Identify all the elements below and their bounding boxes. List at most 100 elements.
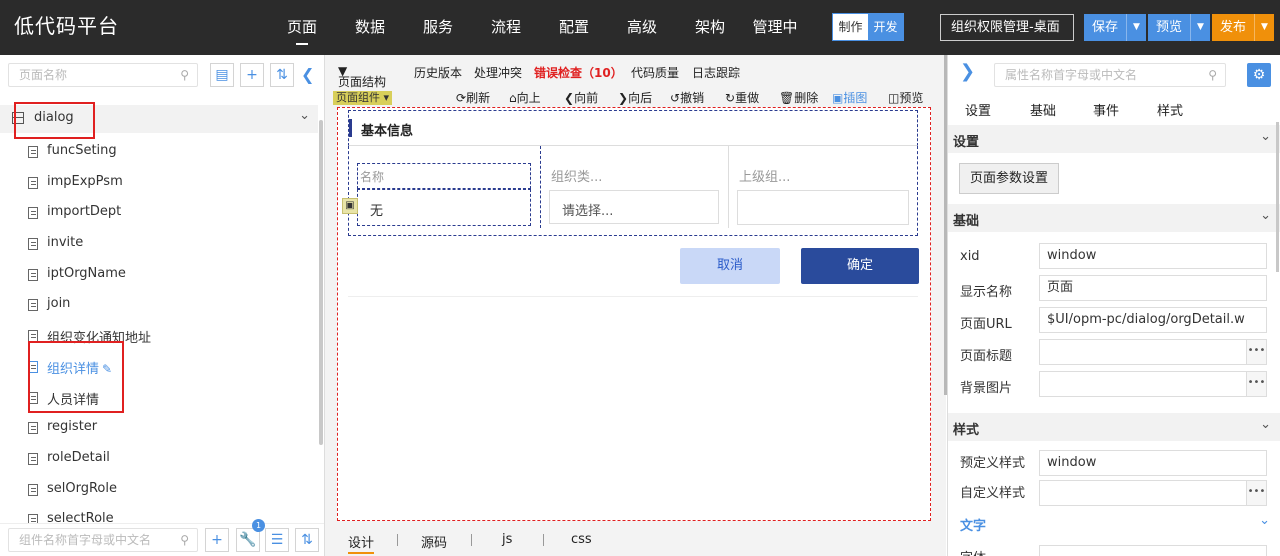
chevron-down-icon[interactable]: ▼ (1254, 14, 1274, 41)
org-type-field-cell[interactable]: 组织类... 请选择... ⌄ (541, 146, 729, 228)
drag-handle-icon[interactable]: ▣ (342, 198, 358, 214)
nav-flow[interactable]: 流程 (472, 0, 540, 55)
parent-org-input[interactable] (737, 190, 909, 225)
settings-section-header[interactable]: 设置 ⌄ (948, 125, 1280, 153)
parent-org-field-cell[interactable]: 上级组... (729, 146, 919, 228)
style-section-header[interactable]: 样式 ⌄ (948, 413, 1280, 441)
text-section-title[interactable]: 文字 (960, 515, 986, 534)
preview-page-button[interactable]: ◫预览 (888, 89, 923, 106)
chevron-down-icon[interactable]: ▼ (1126, 14, 1146, 41)
form-row[interactable]: 名称 无 组织类... 请选择... ⌄ 上级组... (348, 146, 918, 236)
xid-input[interactable]: window (1039, 243, 1267, 269)
org-type-select[interactable]: 请选择... ⌄ (549, 190, 719, 224)
chevron-down-icon[interactable]: ⌄ (1260, 208, 1271, 223)
property-scrollbar[interactable] (1276, 122, 1279, 272)
page-url-input[interactable]: $UI/opm-pc/dialog/orgDetail.w (1039, 307, 1267, 333)
tab-design[interactable]: 设计 (348, 532, 375, 554)
error-check-button[interactable]: 错误检查（10） (534, 64, 623, 81)
save-button[interactable]: 保存 ▼ (1084, 14, 1147, 41)
insert-image-button[interactable]: ▣插图 (832, 89, 867, 106)
history-button[interactable]: 历史版本 (414, 64, 462, 81)
custom-style-input[interactable] (1039, 480, 1247, 506)
nav-config[interactable]: 配置 (540, 0, 608, 55)
move-up-button[interactable]: ⌂向上 (509, 89, 541, 106)
refresh-button[interactable]: ⟳刷新 (456, 89, 490, 106)
chevron-down-icon[interactable]: ⌄ (1259, 513, 1270, 528)
tree-item[interactable]: selOrgRole (0, 475, 318, 506)
tab-settings[interactable]: 设置 (965, 100, 991, 119)
publish-label[interactable]: 发布 (1212, 14, 1254, 41)
preview-label[interactable]: 预览 (1148, 14, 1190, 41)
log-trace-button[interactable]: 日志跟踪 (692, 64, 740, 81)
background-image-more-button[interactable]: ••• (1247, 371, 1267, 397)
component-search-input[interactable]: 组件名称首字母或中文名 ⚲ (8, 528, 198, 552)
preset-style-input[interactable]: window (1039, 450, 1267, 476)
page-title-more-button[interactable]: ••• (1247, 339, 1267, 365)
name-input[interactable]: 无 (357, 189, 531, 226)
nav-architecture[interactable]: 架构 (676, 0, 744, 55)
tab-events[interactable]: 事件 (1093, 100, 1119, 119)
sort-icon[interactable]: ⇅ (295, 528, 319, 552)
nav-management[interactable]: 管理中 (744, 0, 806, 55)
tab-basic[interactable]: 基础 (1030, 100, 1056, 119)
redo-button[interactable]: ↻重做 (725, 89, 759, 106)
add-icon[interactable]: + (240, 63, 264, 87)
undo-button[interactable]: ↺撤销 (670, 89, 704, 106)
collapse-left-icon[interactable]: ❮ (301, 63, 314, 87)
mode-dev-button[interactable]: 开发 (868, 14, 903, 40)
display-name-input[interactable]: 页面 (1039, 275, 1267, 301)
tab-js[interactable]: js (502, 532, 512, 547)
confirm-button[interactable]: 确定 (801, 248, 919, 284)
move-back-button[interactable]: ❯向后 (618, 89, 652, 106)
tree-item[interactable]: importDept (0, 198, 318, 229)
preview-button[interactable]: 预览 ▼ (1148, 14, 1211, 41)
nav-page[interactable]: 页面 (268, 0, 336, 55)
tab-css[interactable]: css (571, 532, 592, 547)
nav-advanced[interactable]: 高级 (608, 0, 676, 55)
font-input[interactable] (1039, 545, 1267, 556)
add-folder-icon[interactable]: ▤ (210, 63, 234, 87)
expand-right-icon[interactable]: ❯ (960, 61, 975, 82)
page-title-input[interactable] (1039, 339, 1247, 365)
tree-item[interactable]: join (0, 290, 318, 321)
tab-source[interactable]: 源码 (421, 532, 447, 551)
conflict-button[interactable]: 处理冲突 (474, 64, 522, 81)
nav-service[interactable]: 服务 (404, 0, 472, 55)
tree-item[interactable]: impExpPsm (0, 168, 318, 199)
chevron-down-icon[interactable]: ⌄ (1260, 417, 1271, 432)
nav-data[interactable]: 数据 (336, 0, 404, 55)
basic-section-header[interactable]: 基础 ⌄ (948, 204, 1280, 232)
chevron-down-icon[interactable]: ⌄ (1260, 129, 1271, 144)
page-select[interactable]: 组织权限管理-桌面 (940, 14, 1074, 41)
tab-style[interactable]: 样式 (1157, 100, 1183, 119)
chevron-down-icon[interactable]: ▼ (1190, 14, 1210, 41)
code-quality-button[interactable]: 代码质量 (631, 64, 679, 81)
delete-button[interactable]: 🗑删除 (779, 89, 818, 106)
sort-icon[interactable]: ⇅ (270, 63, 294, 87)
property-search-input[interactable]: 属性名称首字母或中文名 ⚲ (994, 63, 1226, 87)
tree-item[interactable]: iptOrgName (0, 260, 318, 291)
name-field-cell[interactable]: 名称 无 (349, 146, 541, 228)
custom-style-more-button[interactable]: ••• (1247, 480, 1267, 506)
section-header[interactable]: 基本信息 (348, 110, 918, 146)
background-image-input[interactable] (1039, 371, 1247, 397)
move-forward-button[interactable]: ❮向前 (564, 89, 598, 106)
tree-item[interactable]: register (0, 413, 318, 444)
tree-item[interactable]: funcSeting (0, 137, 318, 168)
chevron-down-icon[interactable]: ⌄ (299, 108, 310, 123)
tree-item[interactable]: roleDetail (0, 444, 318, 475)
publish-button[interactable]: 发布 ▼ (1212, 14, 1275, 41)
page-canvas[interactable]: 基本信息 名称 无 组织类... 请选择... ⌄ 上级组... ▣ 取消 确定 (337, 107, 931, 521)
name-label-box[interactable]: 名称 (357, 163, 531, 189)
cancel-button[interactable]: 取消 (680, 248, 780, 284)
page-search-input[interactable]: 页面名称 ⚲ (8, 63, 198, 87)
left-scrollbar[interactable] (319, 120, 323, 445)
gear-icon[interactable]: ⚙ (1247, 63, 1271, 87)
page-structure-button[interactable]: 页面结构 ▼ (338, 64, 386, 89)
add-icon[interactable]: + (205, 528, 229, 552)
save-label[interactable]: 保存 (1084, 14, 1126, 41)
mode-make-button[interactable]: 制作 (833, 14, 868, 40)
component-tag[interactable]: 页面组件 ▾ (333, 91, 393, 105)
list-icon[interactable]: ☰ (265, 528, 289, 552)
tree-item[interactable]: invite (0, 229, 318, 260)
